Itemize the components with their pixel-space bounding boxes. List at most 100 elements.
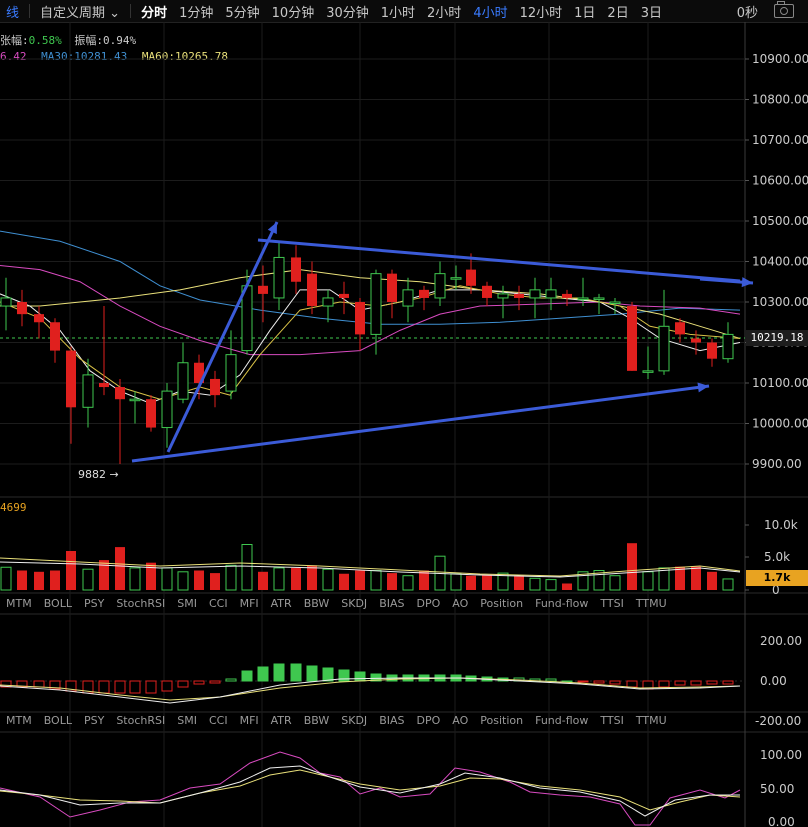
macd-bar: [193, 680, 205, 685]
macd-bar: [306, 665, 318, 682]
candle-body: [642, 370, 654, 373]
price-axis-label: 10700.00: [752, 133, 808, 147]
indicator-tab[interactable]: ATR: [265, 714, 298, 730]
indicator-tab[interactable]: SMI: [171, 597, 203, 613]
macd-bar: [209, 680, 221, 684]
candle-body: [34, 314, 44, 323]
candle-body: [225, 354, 237, 392]
volume-bar: [658, 567, 670, 591]
macd-axis-label: 0.00: [760, 674, 787, 688]
candle-body: [577, 297, 589, 300]
indicator-tab[interactable]: BBW: [298, 714, 336, 730]
indicator-tab[interactable]: MFI: [234, 714, 265, 730]
macd-bar: [609, 680, 621, 685]
candle-body: [17, 302, 27, 315]
macd-bar: [658, 680, 670, 688]
volume-bar: [161, 567, 173, 591]
volume-bar: [177, 571, 189, 591]
indicator-tab[interactable]: PSY: [78, 597, 110, 613]
macd-axis-label: 200.00: [760, 634, 802, 648]
candle-body: [514, 293, 524, 298]
volume-bar: [17, 570, 27, 590]
price-axis-label: 10300.00: [752, 295, 808, 309]
indicator-tab[interactable]: BIAS: [373, 597, 410, 613]
indicator-tab[interactable]: MTM: [0, 597, 38, 613]
candle-body: [529, 289, 541, 299]
macd-bar: [354, 671, 366, 682]
macd-bar: [98, 680, 110, 694]
volume-axis-label: 10.0k: [764, 518, 798, 532]
candle-body: [146, 399, 156, 428]
indicator-tab[interactable]: BOLL: [38, 714, 78, 730]
candlestick-chart[interactable]: 10900.00 10800.00 10700.00 10600.00 10500.00…: [0, 0, 808, 827]
volume-bar: [194, 570, 204, 590]
volume-bar: [339, 573, 349, 590]
macd-bar: [161, 680, 173, 692]
indicator-tab[interactable]: BBW: [298, 597, 336, 613]
volume-bar: [402, 575, 414, 591]
volume-bar: [545, 579, 557, 591]
indicator-tab[interactable]: Position: [474, 597, 529, 613]
macd-bar: [273, 663, 285, 682]
candle-body: [115, 387, 125, 400]
indicator-tab[interactable]: CCI: [203, 714, 234, 730]
indicator-tab[interactable]: DPO: [411, 597, 447, 613]
indicator-tab[interactable]: TTMU: [630, 597, 673, 613]
volume-bar: [450, 573, 462, 591]
candle-body: [50, 322, 60, 351]
volume-tag: 1.7k: [746, 570, 808, 586]
volume-bar: [291, 567, 301, 590]
indicator-tab[interactable]: StochRSI: [110, 714, 171, 730]
macd-bar: [593, 680, 605, 684]
volume-bar: [241, 544, 253, 591]
volume-bar: [34, 571, 44, 590]
volume-bar: [82, 568, 94, 591]
indicator-tab[interactable]: CCI: [203, 597, 234, 613]
indicator-tab[interactable]: MTM: [0, 714, 38, 730]
indicator-tab[interactable]: AO: [446, 597, 474, 613]
kdj-axis-label: 50.00: [760, 782, 794, 796]
volume-bar: [355, 570, 365, 590]
indicator-tab[interactable]: StochRSI: [110, 597, 171, 613]
indicator-tab[interactable]: PSY: [78, 714, 110, 730]
volume-bar: [66, 551, 76, 590]
indicator-tab[interactable]: Fund-flow: [529, 597, 594, 613]
indicator-tab[interactable]: DPO: [411, 714, 447, 730]
macd-bar: [322, 667, 334, 682]
price-axis-label: 9900.00: [752, 457, 802, 471]
candle-body: [691, 338, 701, 343]
indicator-tab[interactable]: SKDJ: [335, 597, 373, 613]
indicator-tab[interactable]: BIAS: [373, 714, 410, 730]
volume-bar: [322, 568, 334, 591]
volume-bar: [258, 571, 268, 590]
macd-bar: [690, 680, 702, 686]
volume-bar: [514, 575, 524, 590]
macd-bar: [257, 666, 269, 682]
indicator-tab[interactable]: ATR: [265, 597, 298, 613]
indicator-tab[interactable]: AO: [446, 714, 474, 730]
candle-body: [66, 350, 76, 408]
indicator-tab[interactable]: TTSI: [594, 597, 629, 613]
macd-bar: [241, 670, 253, 682]
indicator-tab[interactable]: SKDJ: [335, 714, 373, 730]
candle-body: [273, 256, 285, 299]
indicator-tabs-2: MTM BOLL PSY StochRSI SMI CCI MFI ATR BBW SKDJ BIA…: [0, 714, 745, 730]
macd-bar: [577, 680, 589, 683]
volume-bar: [466, 575, 476, 590]
candle-body: [722, 333, 734, 360]
price-axis-label: 10600.00: [752, 174, 808, 188]
resistance-trendline: [257, 238, 741, 283]
indicator-tab[interactable]: SMI: [171, 714, 203, 730]
indicator-tab[interactable]: Position: [474, 714, 529, 730]
indicator-tab[interactable]: BOLL: [38, 597, 78, 613]
price-axis-label: 10500.00: [752, 214, 808, 228]
volume-bar: [691, 566, 701, 590]
indicator-tab[interactable]: Fund-flow: [529, 714, 594, 730]
macd-bar: [626, 680, 638, 688]
rally-arrow: [166, 221, 279, 453]
indicator-tab[interactable]: TTSI: [594, 714, 629, 730]
indicator-tab[interactable]: MFI: [234, 597, 265, 613]
indicator-tab[interactable]: TTMU: [630, 714, 673, 730]
volume-bar: [387, 573, 397, 590]
candle-body: [593, 297, 605, 300]
